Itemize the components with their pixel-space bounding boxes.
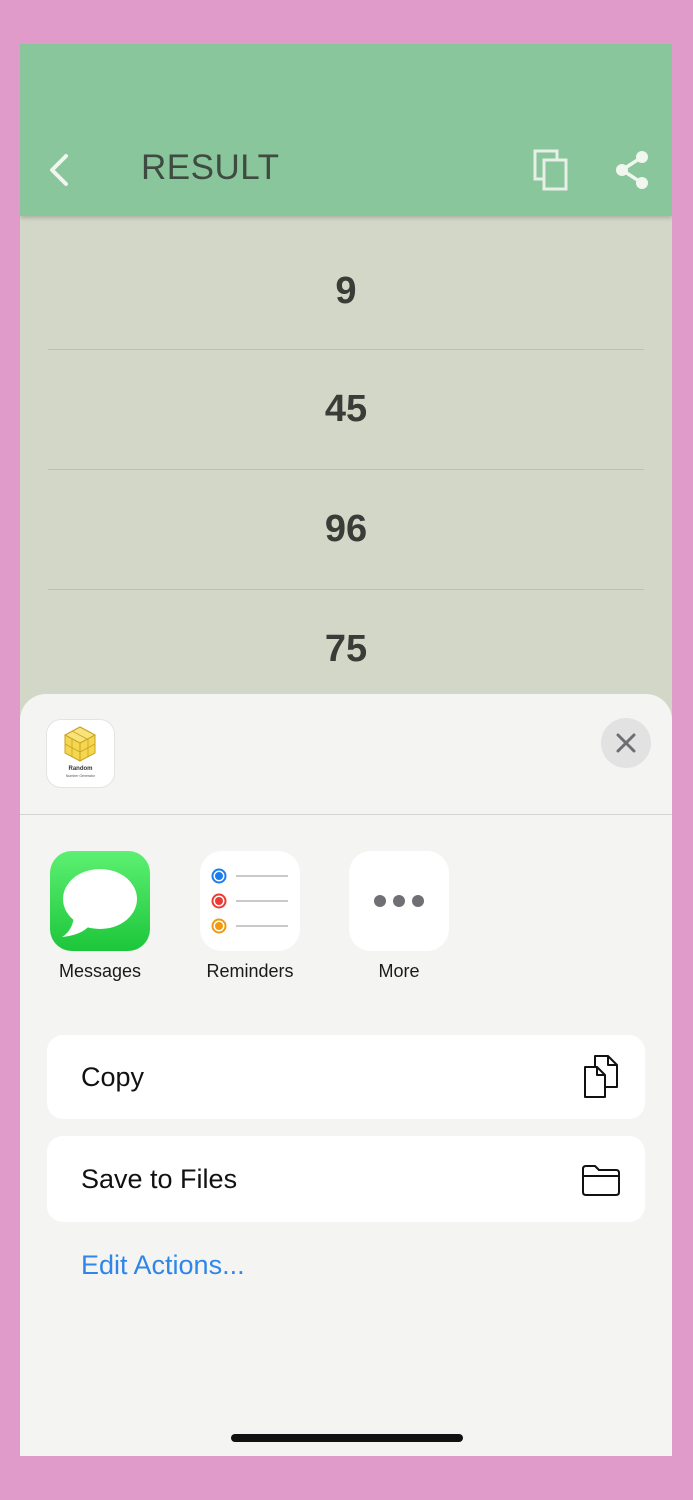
edit-actions-link[interactable]: Edit Actions... <box>81 1250 245 1281</box>
copy-icon[interactable] <box>532 148 570 192</box>
result-item: 45 <box>48 350 644 470</box>
close-icon <box>616 733 636 753</box>
reminders-icon <box>200 851 300 951</box>
phone-screen: RESULT 9 45 96 75 Random Number Generato… <box>20 44 672 1456</box>
home-indicator <box>231 1434 463 1442</box>
share-sheet: Random Number Generator Messages Reminde… <box>20 694 672 1456</box>
app-name-line1: Random <box>68 766 93 772</box>
share-target-more[interactable]: More <box>344 851 454 982</box>
save-to-files-action[interactable]: Save to Files <box>47 1136 645 1222</box>
app-icon: Random Number Generator <box>47 720 114 787</box>
copy-action[interactable]: Copy <box>47 1035 645 1119</box>
share-targets-row: Messages Reminders More <box>20 851 672 991</box>
share-target-reminders[interactable]: Reminders <box>195 851 305 982</box>
close-button[interactable] <box>601 718 651 768</box>
app-name-line2: Number Generator <box>65 774 96 778</box>
result-item: 9 <box>48 216 644 350</box>
divider <box>20 814 672 815</box>
result-item: 75 <box>48 590 644 710</box>
action-label: Copy <box>81 1062 145 1092</box>
share-target-label: Reminders <box>206 961 294 981</box>
back-icon[interactable] <box>44 150 74 190</box>
folder-icon <box>582 1165 620 1196</box>
top-bar: RESULT <box>20 44 672 216</box>
share-target-label: Messages <box>58 961 142 981</box>
copy-icon <box>584 1055 618 1098</box>
share-target-label: More <box>378 961 420 981</box>
action-label: Save to Files <box>81 1164 238 1194</box>
more-icon <box>349 851 449 951</box>
results-list: 9 45 96 75 <box>20 216 672 710</box>
share-icon[interactable] <box>614 150 650 190</box>
share-target-messages[interactable]: Messages <box>45 851 155 982</box>
result-item: 96 <box>48 470 644 590</box>
messages-icon <box>50 851 150 951</box>
page-title: RESULT <box>141 148 280 187</box>
